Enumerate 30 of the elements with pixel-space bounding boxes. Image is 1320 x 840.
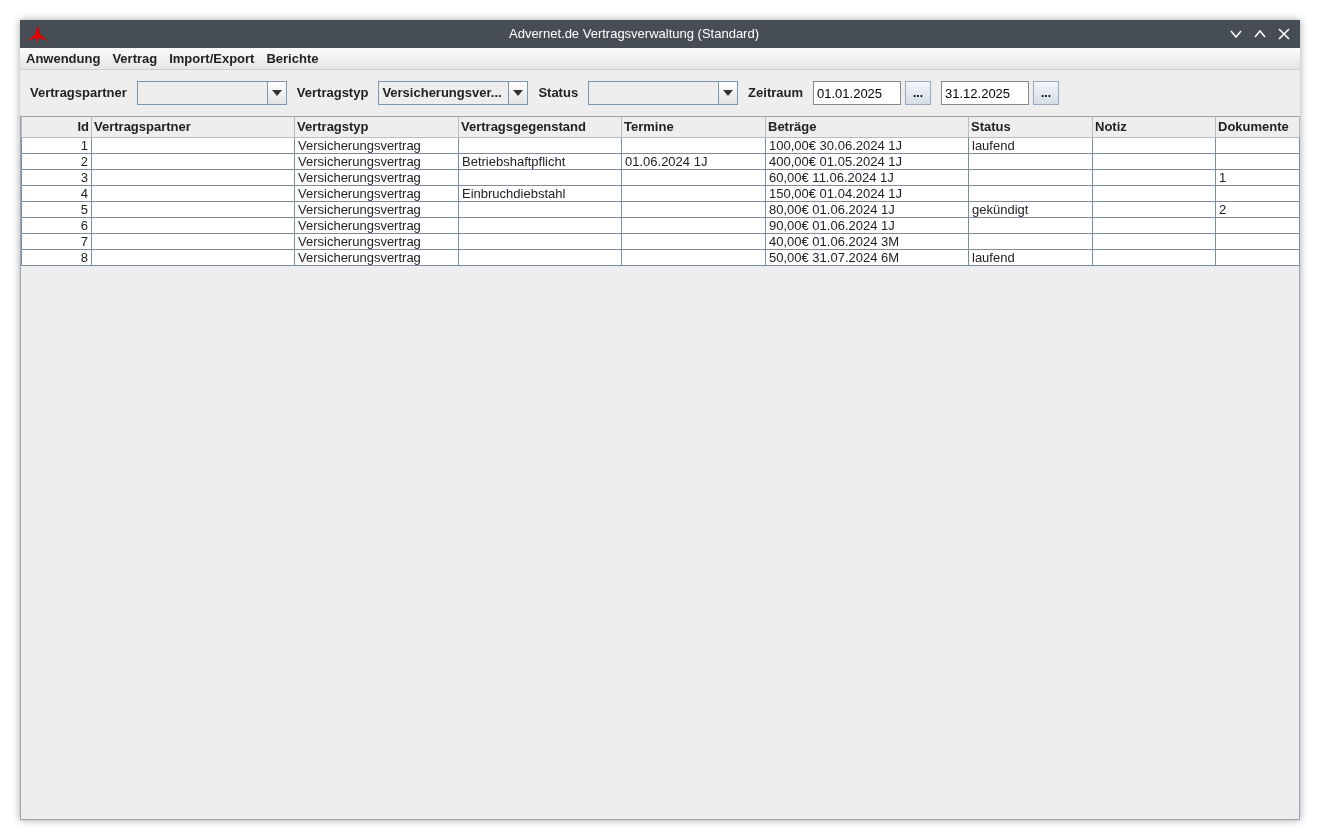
- menu-item[interactable]: Import/Export: [165, 48, 259, 69]
- menu-item[interactable]: Berichte: [262, 48, 323, 69]
- column-header[interactable]: Status: [968, 117, 1093, 137]
- end-date-field[interactable]: 31.12.2025: [941, 81, 1029, 105]
- filter-label: Vertragspartner: [30, 84, 127, 103]
- start-date-field[interactable]: 01.01.2025: [813, 81, 901, 105]
- combo-box[interactable]: Versicherungsver...: [378, 81, 529, 105]
- filter-label: Status: [538, 84, 579, 103]
- menu-item[interactable]: Vertrag: [108, 48, 162, 69]
- dropdown-arrow-icon: [723, 90, 734, 96]
- column-header[interactable]: Vertragspartner: [91, 117, 295, 137]
- column-header[interactable]: Vertragsgegenstand: [458, 117, 622, 137]
- combo-box[interactable]: [136, 81, 287, 105]
- column-header[interactable]: Vertragstyp: [294, 117, 459, 137]
- date-picker-button[interactable]: ...: [905, 81, 931, 105]
- column-header[interactable]: Notiz: [1092, 117, 1216, 137]
- filter-label: Vertragstyp: [296, 84, 369, 103]
- menu-item[interactable]: Anwendung: [22, 48, 105, 69]
- close-button[interactable]: [1276, 26, 1292, 42]
- filter-label: Zeitraum: [748, 84, 803, 103]
- app-logo-icon: [28, 25, 48, 43]
- date-picker-button[interactable]: ...: [1033, 81, 1059, 105]
- column-header[interactable]: Dokumente: [1215, 117, 1300, 137]
- window-title: Advernet.de Vertragsverwaltung (Standard): [508, 25, 760, 44]
- dropdown-arrow-icon: [513, 90, 524, 96]
- column-header[interactable]: Termine: [621, 117, 766, 137]
- dropdown-arrow-icon: [271, 90, 282, 96]
- combo-box[interactable]: [588, 81, 739, 105]
- column-header[interactable]: Id: [21, 117, 92, 137]
- column-header[interactable]: Beträge: [765, 117, 969, 137]
